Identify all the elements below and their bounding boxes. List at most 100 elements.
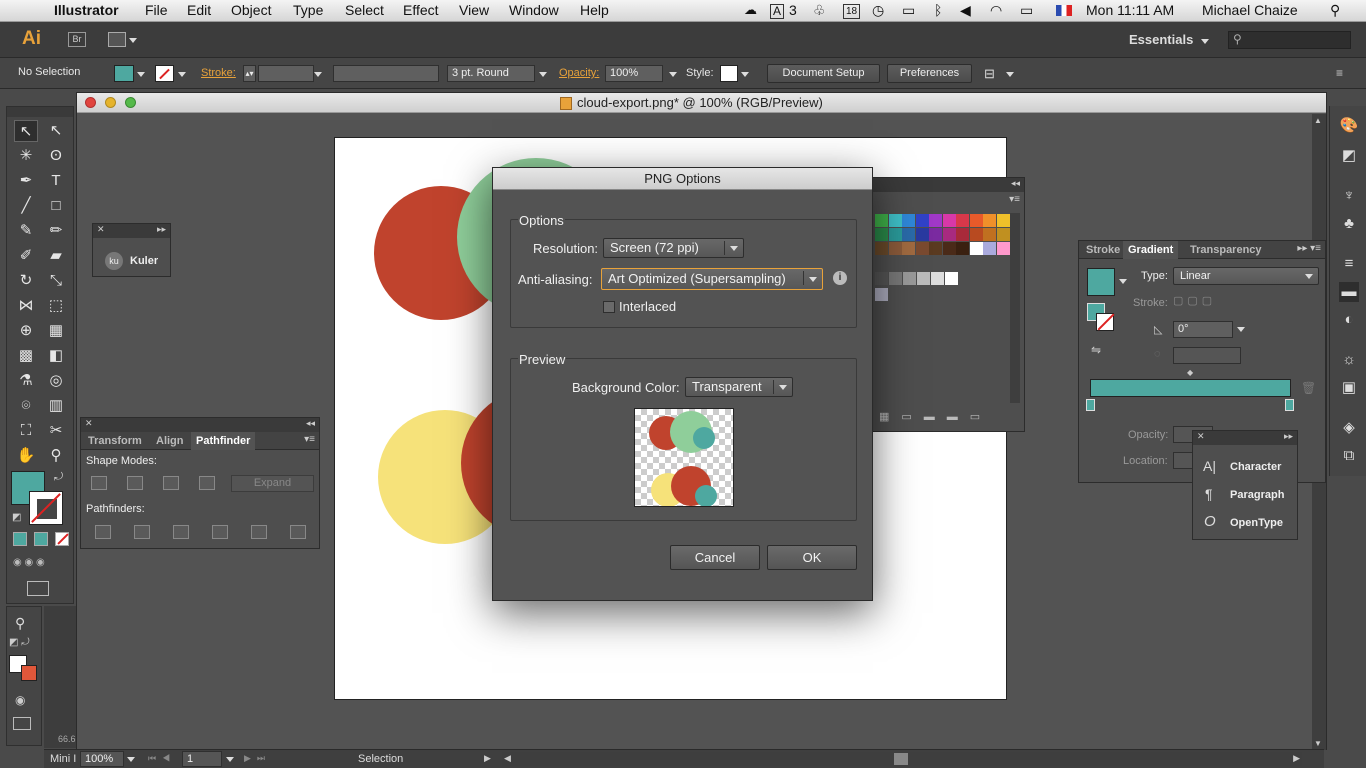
unite-icon[interactable]	[91, 476, 107, 490]
align-options-icon[interactable]: ⊟	[984, 66, 995, 82]
gradient-angle-field[interactable]: 0°	[1173, 321, 1233, 338]
gradient-menu-icon[interactable]: ▸▸ ▾≡	[1297, 243, 1321, 254]
menu-window[interactable]: Window	[509, 2, 559, 18]
type-panels-close-icon[interactable]: ✕	[1197, 431, 1205, 442]
color-swatch[interactable]	[969, 228, 983, 241]
stroke-color-box[interactable]	[29, 491, 63, 525]
mesh-tool-icon[interactable]: ▩	[14, 345, 38, 367]
workspace-chevron-icon[interactable]	[1201, 39, 1209, 44]
gradient-mode-button[interactable]	[34, 532, 48, 546]
color-swatch[interactable]	[875, 228, 888, 241]
kuler-label[interactable]: Kuler	[130, 255, 158, 267]
graphic-style-swatch[interactable]	[720, 65, 738, 82]
color-swatch[interactable]	[915, 214, 929, 227]
resolution-select[interactable]: Screen (72 ppi)	[603, 238, 744, 258]
drawing-modes-icon[interactable]: ◉ ◉ ◉	[13, 557, 69, 571]
lasso-tool-icon[interactable]: ʘ	[44, 145, 68, 167]
kuler-collapse-icon[interactable]: ▸▸	[157, 224, 166, 235]
stroke-weight-chevron-icon[interactable]	[314, 72, 322, 77]
default-colors-small-icon[interactable]: ◩ ⤾	[9, 637, 30, 648]
swatches-panel-header[interactable]: ◂◂	[873, 178, 1024, 192]
volume-icon[interactable]: ◀	[960, 2, 971, 19]
divide-icon[interactable]	[95, 525, 111, 539]
screen-mode-icon[interactable]	[27, 581, 49, 596]
menu-object[interactable]: Object	[231, 2, 271, 18]
color-guide-icon[interactable]: ◩	[1339, 146, 1359, 166]
pathfinder-collapse-icon[interactable]: ◂◂	[306, 418, 315, 429]
color-swatch[interactable]	[956, 214, 969, 227]
stroke-panel-icon[interactable]: ≡	[1339, 254, 1359, 274]
fill-chevron-icon[interactable]	[137, 72, 145, 77]
hand-tool-icon[interactable]: ✋	[14, 445, 38, 467]
color-swatch[interactable]	[929, 242, 942, 255]
spotlight-icon[interactable]: ⚲	[1330, 2, 1340, 19]
none-mode-button[interactable]	[55, 532, 69, 546]
color-swatch[interactable]	[983, 228, 996, 241]
free-transform-tool-icon[interactable]: ⬚	[44, 295, 68, 317]
artboard-chevron-icon[interactable]	[226, 757, 234, 762]
gradient-slider[interactable]	[1090, 379, 1291, 397]
gray-swatch[interactable]	[889, 272, 902, 285]
arrange-documents-chevron-icon[interactable]	[129, 38, 137, 43]
graphic-styles-icon[interactable]: ▣	[1339, 378, 1359, 398]
transparency-panel-icon[interactable]: ◐	[1339, 310, 1359, 330]
arrange-documents-icon[interactable]	[108, 32, 126, 47]
opacity-label[interactable]: Opacity:	[559, 67, 599, 79]
swap-colors-icon[interactable]: ⤾	[54, 471, 63, 484]
color-swatch[interactable]	[929, 228, 942, 241]
type-tool-icon[interactable]: T	[44, 170, 68, 192]
color-swatch[interactable]	[902, 214, 915, 227]
stroke-chevron-icon[interactable]	[178, 72, 186, 77]
interlaced-checkbox[interactable]	[603, 301, 615, 313]
character-panel-button[interactable]: Character	[1230, 461, 1281, 473]
scale-tool-icon[interactable]: ⤡	[44, 270, 68, 292]
color-swatch[interactable]	[996, 214, 1010, 227]
gradient-panel-icon[interactable]: ▬	[1339, 282, 1359, 302]
color-swatch[interactable]	[969, 242, 983, 255]
style-chevron-icon[interactable]	[741, 72, 749, 77]
pathfinder-close-icon[interactable]: ✕	[85, 418, 93, 429]
pencil-tool-icon[interactable]: ✏	[44, 220, 68, 242]
horizontal-scrollbar[interactable]: ◀ ▶	[502, 752, 1302, 766]
tab-stroke[interactable]: Stroke	[1081, 241, 1125, 259]
cancel-button[interactable]: Cancel	[670, 545, 760, 570]
delete-stop-icon[interactable]: 🗑	[1301, 381, 1316, 395]
kuler-panel-header[interactable]: ✕ ▸▸	[93, 224, 170, 238]
swatches-menu-icon[interactable]: ▾≡	[1009, 194, 1020, 205]
menubar-user[interactable]: Michael Chaize	[1202, 2, 1298, 18]
gradient-preview-chevron-icon[interactable]	[1119, 279, 1127, 284]
minus-back-icon[interactable]	[290, 525, 306, 539]
info-icon[interactable]: i	[833, 271, 847, 285]
color-swatch[interactable]	[888, 214, 902, 227]
color-panel-icon[interactable]: 🎨	[1339, 116, 1359, 136]
stroke-weight-stepper[interactable]: ▴▾	[243, 65, 256, 82]
color-swatch[interactable]	[888, 242, 902, 255]
stroke-label[interactable]: Stroke:	[201, 67, 236, 79]
mini-bridge-label[interactable]: Mini I	[50, 753, 76, 765]
pathfinder-menu-icon[interactable]: ▾≡	[304, 434, 315, 445]
color-swatch[interactable]	[875, 242, 888, 255]
stroke-swatch[interactable]	[155, 65, 174, 82]
artboard-tool-icon[interactable]: ⛶	[14, 420, 38, 442]
exclude-icon[interactable]	[199, 476, 215, 490]
opentype-icon[interactable]: O	[1204, 513, 1216, 530]
menu-type[interactable]: Type	[293, 2, 323, 18]
app-menu[interactable]: Illustrator	[54, 2, 119, 18]
paragraph-icon[interactable]: ¶	[1205, 486, 1213, 502]
status-menu-icon[interactable]: ▶	[484, 753, 491, 764]
color-swatch[interactable]	[929, 214, 942, 227]
default-colors-icon[interactable]: ◩	[12, 512, 21, 523]
eraser-tool-icon[interactable]: ▰	[44, 245, 68, 267]
stroke-weight-field[interactable]	[258, 65, 314, 82]
input-flag-icon[interactable]	[1056, 5, 1072, 16]
color-swatch[interactable]	[888, 228, 902, 241]
paintbrush-tool-icon[interactable]: ✎	[14, 220, 38, 242]
gray-swatch[interactable]	[917, 272, 930, 285]
tab-align[interactable]: Align	[151, 432, 189, 450]
color-swatch[interactable]	[956, 242, 969, 255]
opacity-chevron-icon[interactable]	[669, 72, 677, 77]
kuler-icon[interactable]: ku	[105, 252, 123, 270]
type-panels-expand-icon[interactable]: ▸▸	[1284, 431, 1293, 442]
swatch-group[interactable]	[875, 288, 888, 301]
color-swatch[interactable]	[983, 214, 996, 227]
